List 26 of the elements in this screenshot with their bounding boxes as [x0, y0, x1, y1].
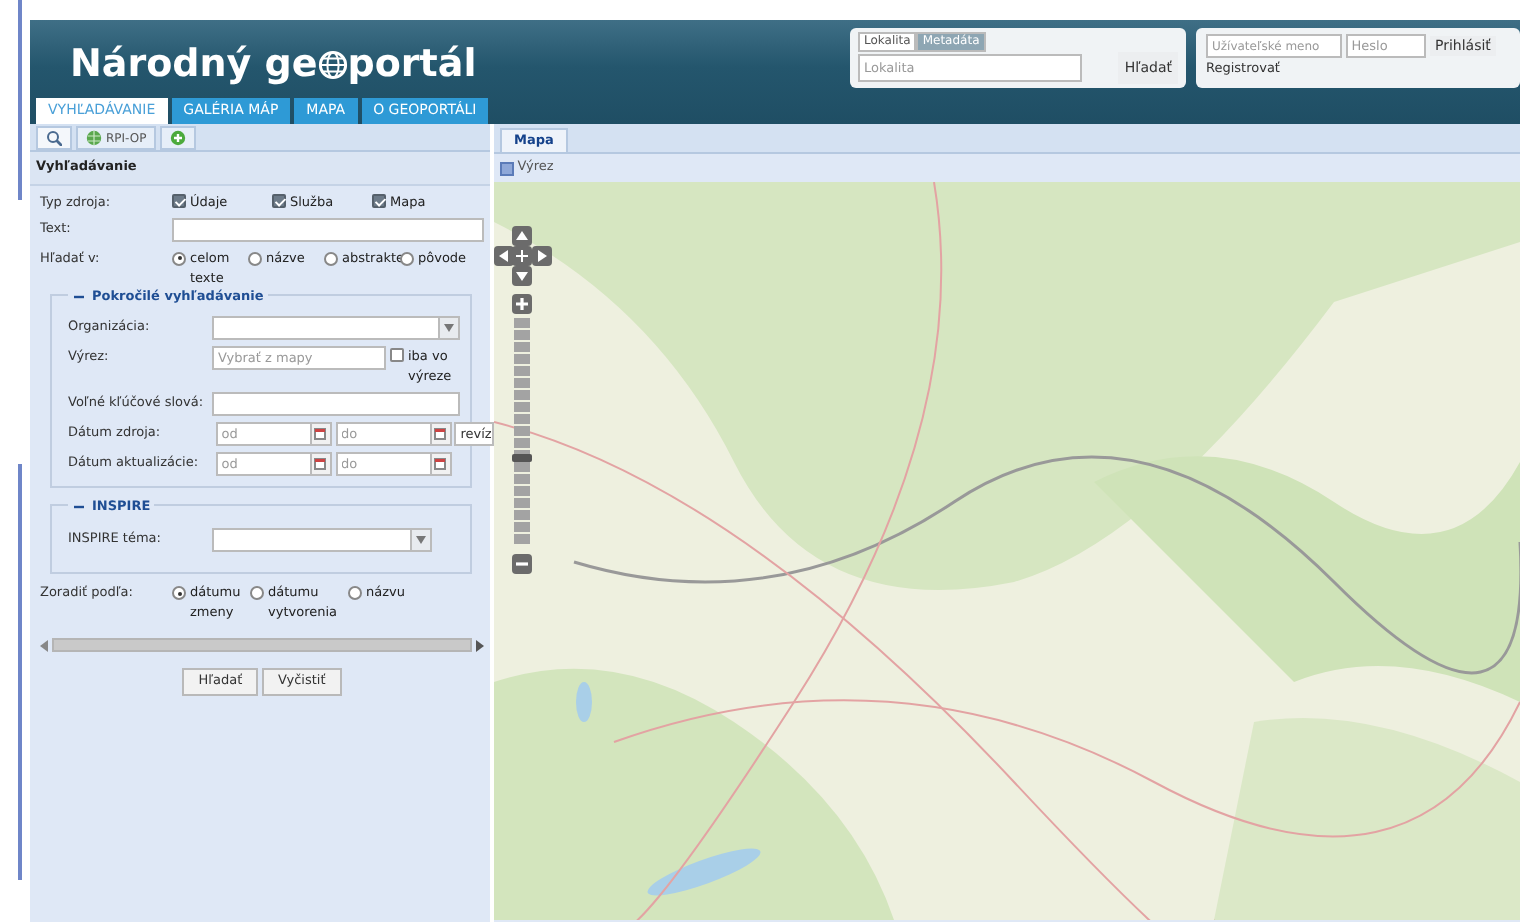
square-icon — [500, 161, 514, 175]
site-title: Národný ge — [70, 40, 318, 90]
calendar-icon — [314, 427, 327, 439]
text-field[interactable] — [172, 217, 484, 242]
slider-thumb[interactable] — [512, 454, 532, 463]
search-icon — [46, 130, 62, 146]
toolbar-tab[interactable] — [160, 126, 197, 150]
zoom-slider[interactable] — [514, 318, 530, 546]
pan-right-icon[interactable] — [532, 246, 552, 266]
globe-icon — [86, 130, 102, 146]
pan-down-icon[interactable] — [512, 266, 532, 286]
zoom-in-icon[interactable] — [512, 294, 532, 314]
toolbar-tab[interactable] — [36, 126, 72, 150]
globe-icon — [317, 49, 348, 80]
keywords-field[interactable] — [212, 391, 460, 415]
zoom-world-icon[interactable] — [512, 246, 532, 266]
zoom-out-icon[interactable] — [512, 554, 532, 574]
calendar-icon — [434, 457, 446, 469]
calendar-icon — [434, 427, 446, 439]
caret-icon — [444, 323, 454, 331]
scrollbar[interactable] — [51, 638, 473, 653]
calendar-icon — [314, 457, 327, 469]
caret-icon — [416, 536, 426, 545]
pan-up-icon[interactable] — [512, 226, 532, 246]
add-icon — [170, 130, 187, 146]
site-title: portál — [347, 40, 477, 90]
